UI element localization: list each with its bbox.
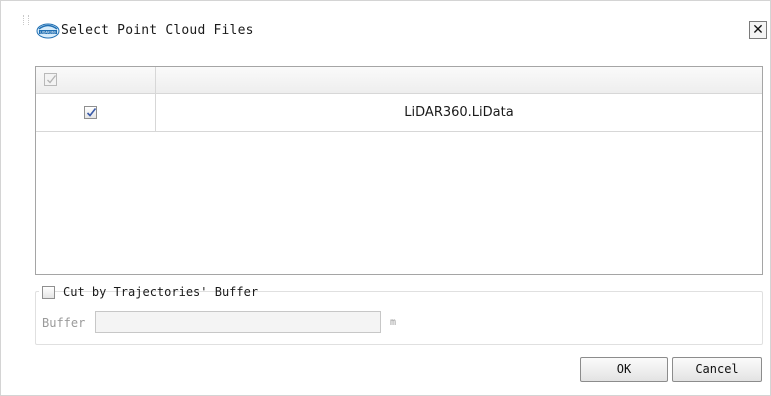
cut-trajectories-toggle[interactable]: Cut by Trajectories' Buffer bbox=[39, 284, 258, 300]
buffer-input[interactable] bbox=[95, 311, 381, 333]
cut-trajectories-checkbox[interactable] bbox=[42, 286, 55, 299]
row-checkbox[interactable] bbox=[84, 106, 97, 119]
cancel-button[interactable]: Cancel bbox=[672, 357, 762, 382]
select-all-checkbox[interactable] bbox=[44, 73, 57, 86]
row-check-cell bbox=[36, 94, 156, 131]
file-name-cell: LiDAR360.LiData bbox=[404, 105, 514, 120]
svg-text:LIDAR360: LIDAR360 bbox=[40, 30, 56, 34]
close-button[interactable]: ✕ bbox=[749, 21, 767, 39]
title-bar[interactable]: LIDAR360 Select Point Cloud Files ✕ bbox=[1, 1, 770, 57]
lidar360-logo-icon: LIDAR360 bbox=[36, 23, 60, 39]
dialog-title: Select Point Cloud Files bbox=[61, 23, 254, 38]
header-name-column bbox=[156, 67, 762, 93]
header-check-column bbox=[36, 67, 156, 93]
check-mark-icon bbox=[47, 75, 57, 84]
buffer-unit-label: m bbox=[390, 317, 397, 328]
check-mark-icon bbox=[86, 108, 97, 117]
table-header bbox=[36, 67, 762, 94]
buffer-label: Buffer bbox=[42, 316, 86, 330]
table-row[interactable]: LiDAR360.LiData bbox=[36, 94, 762, 132]
drag-grip-icon[interactable] bbox=[23, 15, 29, 25]
file-table: LiDAR360.LiData bbox=[35, 66, 763, 275]
cut-trajectories-label: Cut by Trajectories' Buffer bbox=[63, 285, 259, 299]
ok-button[interactable]: OK bbox=[580, 357, 668, 382]
select-point-cloud-dialog: LIDAR360 Select Point Cloud Files ✕ LiDA… bbox=[0, 0, 771, 396]
